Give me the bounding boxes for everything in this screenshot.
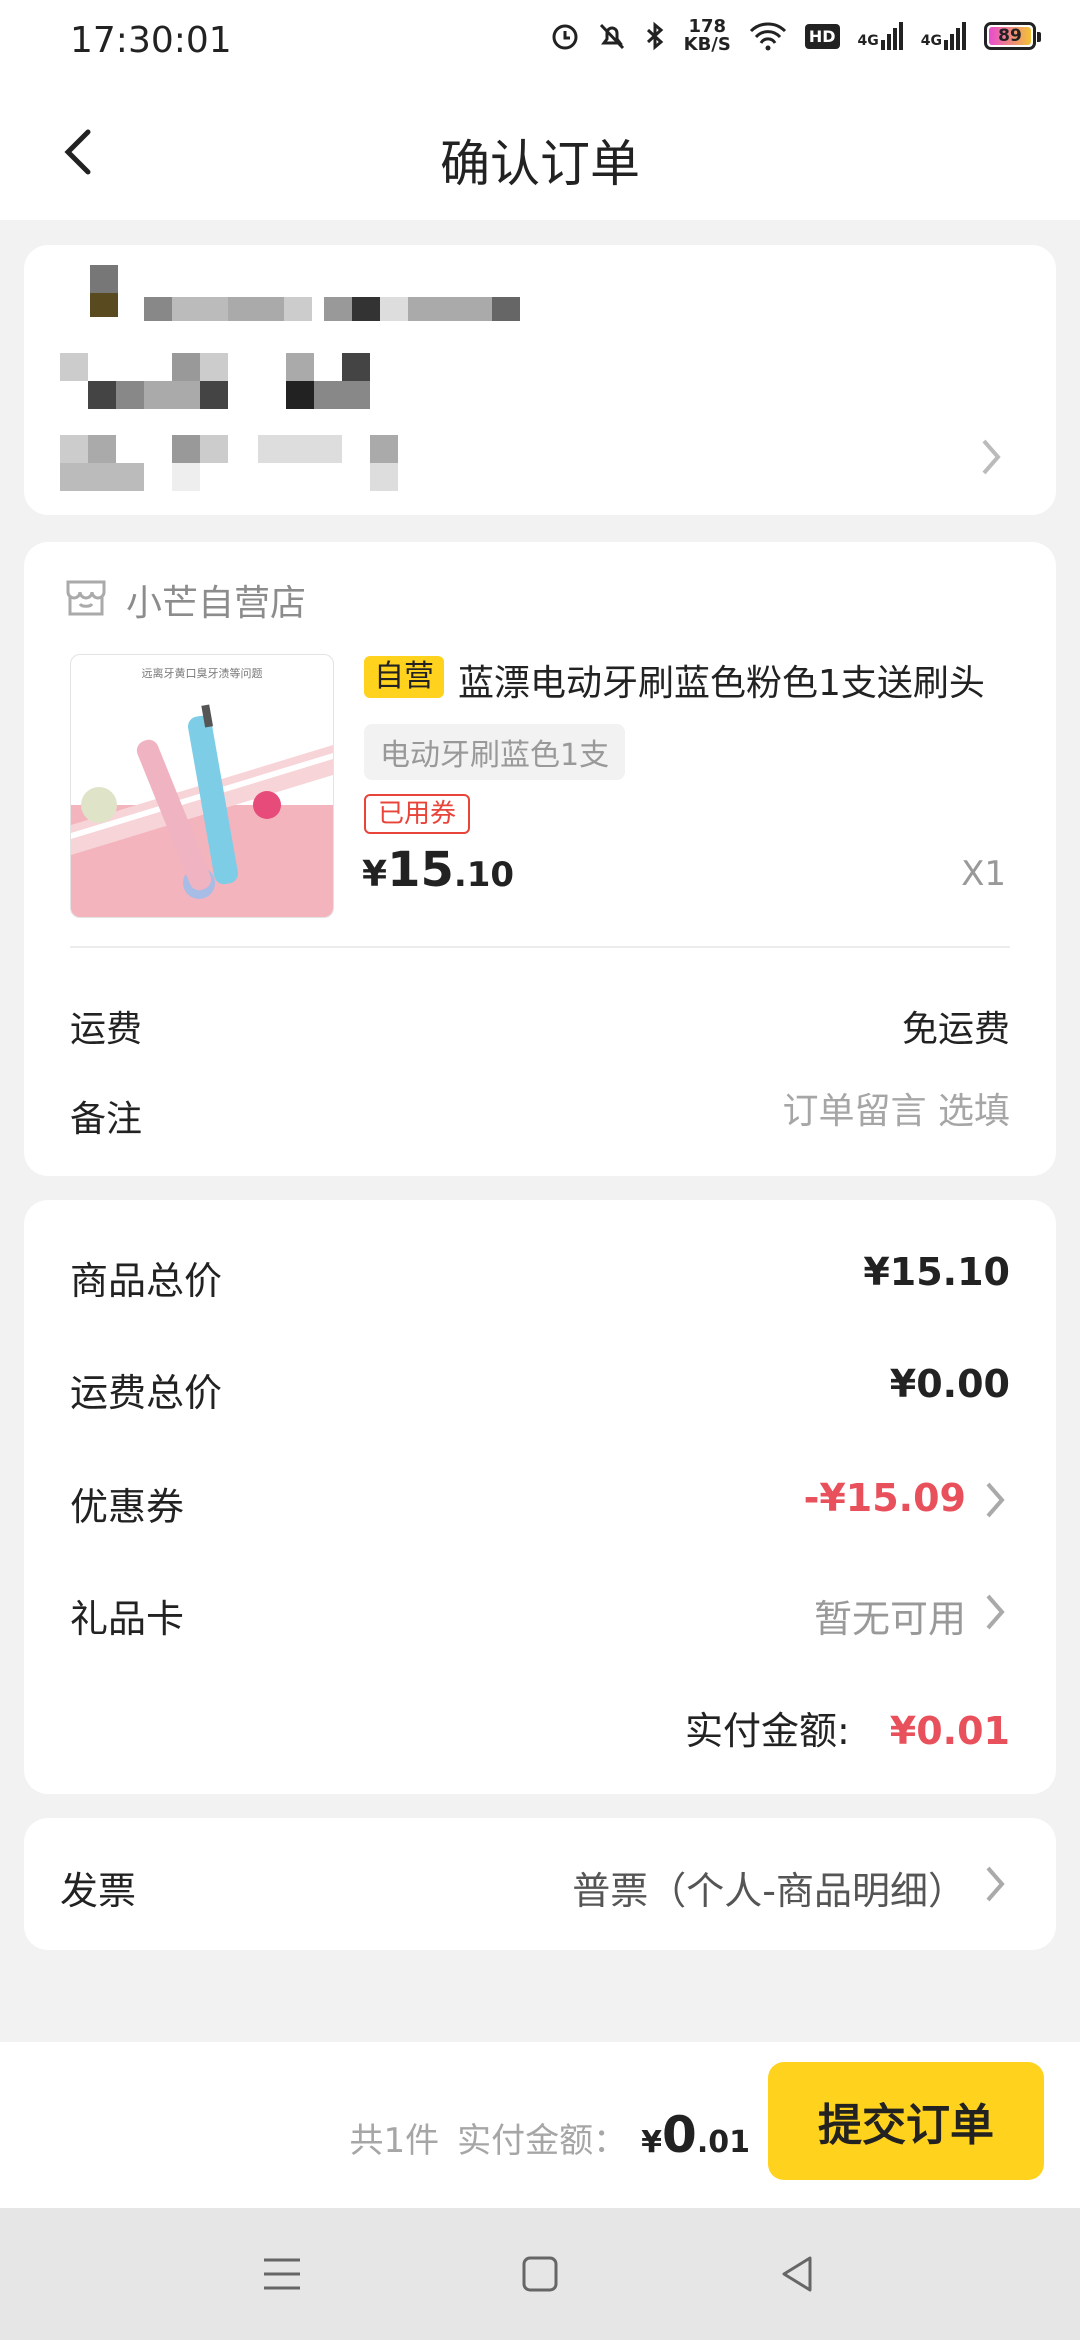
status-icons: 178 KB/S HD 4G 4G 89 (550, 16, 1041, 55)
paid-amount-label: 实付金额: (684, 1709, 850, 1753)
invoice-value: 普票（个人-商品明细） (572, 1869, 966, 1913)
address-card[interactable] (24, 245, 1056, 515)
store-icon (66, 580, 106, 616)
store-name: 小芒自营店 (126, 583, 307, 624)
invoice-label: 发票 (60, 1869, 137, 1913)
shipping-total-value: ¥0.00 (889, 1362, 1010, 1406)
coupon-value: -¥15.09 (803, 1476, 966, 1520)
mute-icon (599, 23, 624, 50)
shipping-label: 运费 (70, 1009, 143, 1050)
checkout-paid-label: 实付金额： (457, 2121, 628, 2161)
toothbrush-illustration (71, 704, 333, 917)
submit-order-button[interactable]: 提交订单 (768, 2062, 1044, 2180)
paid-amount-value: ¥0.01 (889, 1709, 1010, 1753)
giftcard-value: 暂无可用 (813, 1597, 966, 1641)
battery-icon: 89 (984, 22, 1041, 50)
signal-icon: 4G (858, 22, 903, 50)
divider (70, 946, 1010, 948)
paid-amount-line: 实付金额: ¥0.01 (685, 1700, 1010, 1755)
store-card: 小芒自营店 远离牙黄口臭牙渍等问题 自营 蓝漂电动牙刷蓝色粉色1支送刷头 电动牙… (24, 542, 1056, 1176)
status-time: 17:30:01 (70, 20, 232, 61)
item-count: 共1件 (349, 2121, 440, 2161)
coupon-chevron-right-icon (986, 1482, 1005, 1518)
giftcard-chevron-right-icon (986, 1594, 1005, 1630)
checkout-summary: 共1件 实付金额： ¥0.01 (350, 2106, 750, 2164)
product-image[interactable]: 远离牙黄口臭牙渍等问题 (70, 654, 334, 918)
price-summary-card: 商品总价 ¥15.10 运费总价 ¥0.00 优惠券 -¥15.09 礼品卡 暂… (24, 1200, 1056, 1794)
menu-icon[interactable] (258, 2250, 306, 2298)
home-icon[interactable] (516, 2250, 564, 2298)
coupon-label: 优惠券 (70, 1485, 185, 1529)
giftcard-label: 礼品卡 (70, 1597, 185, 1641)
remark-input[interactable]: 订单留言 选填 (783, 1082, 1010, 1134)
network-speed: 178 KB/S (683, 16, 731, 55)
checkout-paid-value: ¥0.01 (641, 2106, 750, 2164)
product-price: ¥15.10 (362, 842, 515, 898)
shipping-value: 免运费 (901, 1009, 1010, 1050)
product-variant: 电动牙刷蓝色1支 (364, 724, 626, 780)
hd-icon: HD (804, 23, 840, 49)
invoice-chevron-right-icon (986, 1866, 1005, 1902)
wifi-icon (749, 22, 786, 51)
signal-icon-2: 4G (921, 22, 966, 50)
alarm-icon (552, 24, 578, 50)
goods-total-value: ¥15.10 (863, 1250, 1010, 1294)
back-triangle-icon[interactable] (774, 2250, 822, 2298)
header: 确认订单 (0, 84, 1080, 220)
self-operated-tag: 自营 (364, 656, 444, 698)
bluetooth-icon (646, 21, 663, 51)
invoice-card[interactable]: 发票 普票（个人-商品明细） (24, 1818, 1056, 1950)
shipping-total-label: 运费总价 (70, 1371, 223, 1415)
product-title[interactable]: 蓝漂电动牙刷蓝色粉色1支送刷头 (458, 654, 1038, 706)
status-bar: 17:30:01 178 KB/S HD 4G 4G 89 (0, 0, 1080, 84)
goods-total-label: 商品总价 (70, 1259, 223, 1303)
product-quantity: X1 (961, 854, 1006, 894)
redacted-name (24, 245, 1056, 515)
remark-label: 备注 (70, 1099, 143, 1140)
checkout-bar: 共1件 实付金额： ¥0.01 提交订单 (0, 2042, 1080, 2208)
address-chevron-right-icon (982, 439, 1001, 475)
system-navigation-bar (0, 2208, 1080, 2340)
page-title: 确认订单 (440, 135, 640, 193)
product-image-caption: 远离牙黄口臭牙渍等问题 (141, 667, 263, 680)
coupon-used-badge: 已用券 (364, 794, 471, 834)
